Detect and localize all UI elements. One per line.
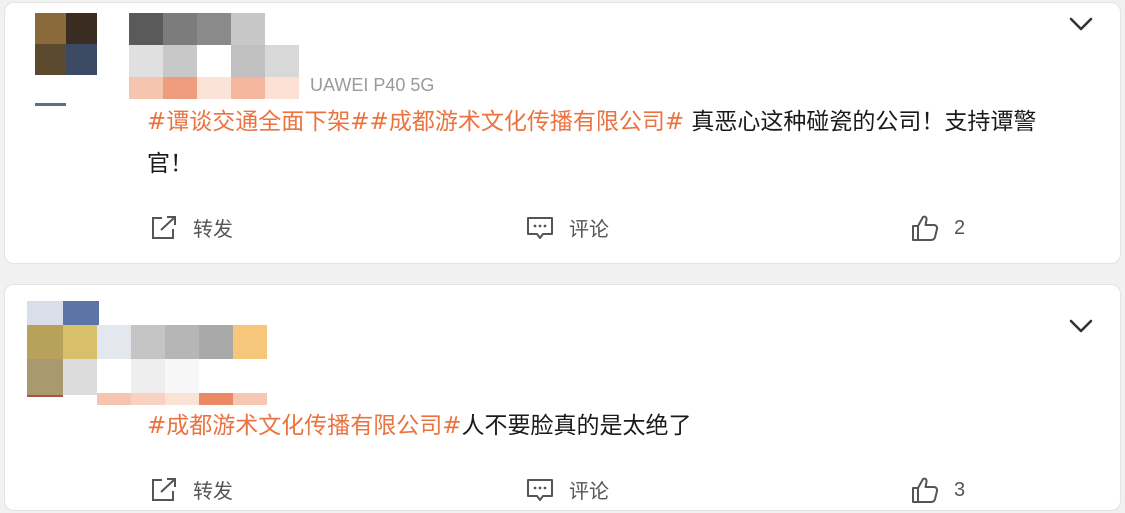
repost-label: 转发 (193, 217, 233, 241)
like-count: 3 (954, 478, 966, 501)
comment-body: 人不要脸真的是太绝了 (461, 413, 692, 439)
comment-text: #成都游术文化传播有限公司#人不要脸真的是太绝了 (147, 405, 1080, 447)
comment-icon (527, 216, 553, 239)
username-blurred[interactable] (97, 325, 267, 405)
like-button[interactable]: 3 (910, 475, 965, 505)
chevron-down-icon[interactable] (1066, 315, 1096, 337)
comment-button[interactable]: 评论 (525, 213, 609, 242)
repost-icon (152, 477, 176, 501)
hashtag-link[interactable]: #成都游术文化传播有限公司# (147, 413, 462, 439)
hashtag-link[interactable]: #成都游术文化传播有限公司# (370, 109, 685, 135)
comment-text: #谭谈交通全面下架##成都游术文化传播有限公司# 真恶心这种碰瓷的公司！支持谭警… (147, 101, 1080, 185)
comment-button[interactable]: 评论 (525, 475, 609, 504)
avatar[interactable] (27, 301, 99, 397)
like-button[interactable]: 2 (910, 213, 965, 243)
comment-label: 评论 (569, 217, 609, 241)
hashtag-link[interactable]: #谭谈交通全面下架# (147, 109, 370, 135)
comment-icon (527, 478, 553, 501)
chevron-down-icon[interactable] (1066, 13, 1096, 35)
action-bar: 转发 评论 2 (5, 213, 1120, 247)
thumbs-up-icon (912, 477, 939, 503)
comment-feed: UAWEI P40 5G #谭谈交通全面下架##成都游术文化传播有限公司# 真恶… (0, 0, 1125, 513)
device-source: UAWEI P40 5G (310, 75, 435, 95)
comment-card: UAWEI P40 5G #谭谈交通全面下架##成都游术文化传播有限公司# 真恶… (4, 2, 1121, 264)
username-blurred[interactable] (129, 13, 299, 99)
repost-button[interactable]: 转发 (149, 475, 233, 504)
comment-label: 评论 (569, 479, 609, 503)
comment-card: #成都游术文化传播有限公司#人不要脸真的是太绝了 转发 评论 3 (4, 284, 1121, 511)
repost-icon (152, 215, 176, 239)
like-count: 2 (954, 216, 966, 239)
repost-button[interactable]: 转发 (149, 213, 233, 242)
repost-label: 转发 (193, 479, 233, 503)
avatar[interactable] (35, 13, 97, 107)
thumbs-up-icon (912, 215, 939, 241)
action-bar: 转发 评论 3 (5, 475, 1120, 509)
